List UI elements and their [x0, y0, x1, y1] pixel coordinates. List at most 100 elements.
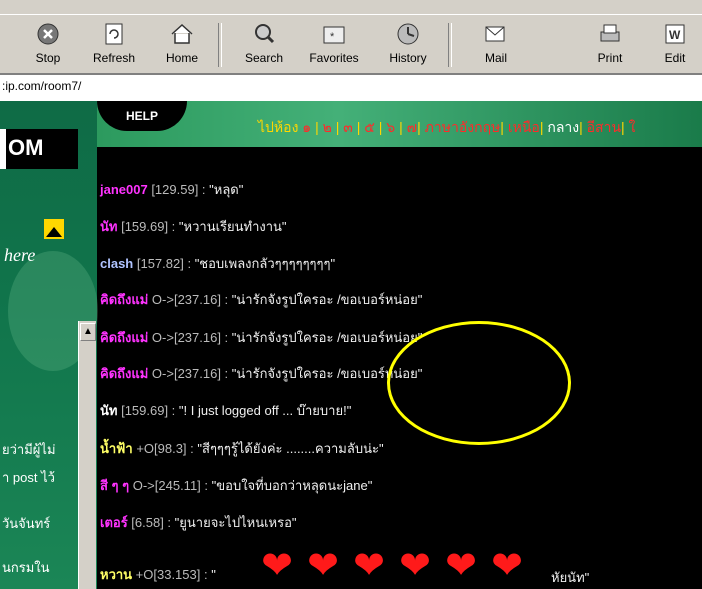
- left-panel: OM here ยว่ามีผู้ไม่ า post ไว้ วันจันทร…: [0, 101, 98, 589]
- chat-text: "หลุด": [209, 182, 244, 197]
- nav-prefix: ไปห้อง: [258, 119, 299, 135]
- print-icon: [600, 24, 620, 42]
- chat-nick[interactable]: คิดถึงแม่: [100, 292, 148, 307]
- hearts-row: ❤ ❤ ❤ ❤ ❤ ❤: [258, 547, 534, 585]
- mail-button[interactable]: Mail: [466, 21, 526, 65]
- chat-message: คิดถึงแม่ O->[237.16] : "น่ารักจังรูปใคร…: [100, 363, 422, 384]
- heart-icon: ❤: [353, 545, 385, 587]
- chat-ip: [159.69] :: [117, 403, 179, 418]
- print-button[interactable]: Print: [580, 21, 640, 65]
- chat-text: "หวานเรียนทำงาน": [178, 219, 287, 234]
- room-link-7[interactable]: ๗: [407, 119, 418, 135]
- scroll-up-arrow-icon[interactable]: ▲: [80, 323, 96, 341]
- chat-message: คิดถึงแม่ O->[237.16] : "น่ารักจังรูปใคร…: [100, 289, 422, 310]
- home-icon: [171, 23, 193, 44]
- mail-icon: [485, 26, 505, 42]
- chat-nick[interactable]: คิดถึงแม่: [100, 366, 148, 381]
- here-link[interactable]: here: [4, 245, 35, 266]
- room-link-3[interactable]: ๓: [343, 119, 353, 135]
- search-button[interactable]: Search: [234, 21, 294, 65]
- chat-nick[interactable]: นัท: [100, 219, 117, 234]
- edit-label: Edit: [664, 51, 686, 65]
- heart-icon: ❤: [399, 545, 431, 587]
- history-label: History: [389, 51, 427, 65]
- chat-ip: O->[237.16] :: [148, 330, 232, 345]
- address-value: :ip.com/room7/: [2, 79, 82, 93]
- chat-message: clash [157.82] : "ชอบเพลงกลัวๆๆๆๆๆๆๆๆ": [100, 253, 335, 274]
- stop-icon: [37, 23, 59, 45]
- mail-label: Mail: [484, 51, 507, 65]
- stop-button[interactable]: Stop: [18, 21, 78, 65]
- refresh-icon: [105, 23, 123, 45]
- search-label: Search: [244, 51, 284, 65]
- browser-toolbar: Stop Refresh Home Search * Favorites His…: [0, 14, 702, 74]
- stop-label: Stop: [35, 51, 61, 65]
- chat-nick[interactable]: jane007: [100, 182, 148, 197]
- history-icon: [397, 23, 419, 45]
- chat-ip: O->[237.16] :: [148, 292, 232, 307]
- chat-text: "! I just logged off ... บ๊ายบาย!": [178, 403, 352, 418]
- heart-icon: ❤: [445, 545, 477, 587]
- chat-text: ": [211, 567, 216, 582]
- chat-nick[interactable]: นัท: [100, 403, 117, 418]
- chat-message: jane007 [129.59] : "หลุด": [100, 179, 243, 200]
- chat-ip: +O[33.153] :: [132, 567, 212, 582]
- chat-text: "ชอบเพลงกลัวๆๆๆๆๆๆๆๆ": [194, 256, 336, 271]
- chat-message: สี ๆ ๆ O->[245.11] : "ขอบใจที่บอกว่าหลุด…: [100, 475, 372, 496]
- room-link-6[interactable]: ๖: [386, 119, 395, 135]
- web-page: OM here ยว่ามีผู้ไม่ า post ไว้ วันจันทร…: [0, 101, 702, 589]
- sidebar-text-line: วันจันทร์: [2, 516, 51, 531]
- room-link-1[interactable]: ๑: [302, 119, 311, 135]
- chat-nick[interactable]: หวาน: [100, 567, 132, 582]
- chat-ip: [129.59] :: [147, 182, 210, 197]
- chat-nick[interactable]: คิดถึงแม่: [100, 330, 148, 345]
- chat-message: นัท [159.69] : "หวานเรียนทำงาน": [100, 216, 287, 237]
- heart-icon: ❤: [307, 545, 339, 587]
- home-button[interactable]: Home: [152, 21, 212, 65]
- chat-ip: [157.82] :: [133, 256, 195, 271]
- chat-nick[interactable]: สี ๆ ๆ: [100, 478, 129, 493]
- chat-nick[interactable]: น้ำฟ้า: [100, 441, 133, 456]
- chat-text: "น่ารักจังรูปใครอะ /ขอเบอร์หน่อย": [231, 292, 423, 307]
- chat-ip: O->[245.11] :: [129, 478, 212, 493]
- room-link-central[interactable]: กลาง: [547, 119, 579, 135]
- history-button[interactable]: History: [378, 21, 438, 65]
- svg-text:*: *: [330, 31, 335, 43]
- chat-ip: [159.69] :: [117, 219, 179, 234]
- sidebar-text-line: นกรมใน: [2, 560, 50, 575]
- logo-text: OM: [8, 135, 44, 160]
- top-strip: [0, 0, 702, 14]
- address-bar[interactable]: :ip.com/room7/: [0, 74, 702, 102]
- highlight-circle: [387, 321, 571, 445]
- toolbar-separator: [218, 23, 222, 67]
- refresh-label: Refresh: [92, 51, 136, 65]
- chat-message: น้ำฟ้า +O[98.3] : "สีๆๆๆรู้ได้ยังค่ะ ...…: [100, 438, 384, 459]
- sidebar-text-line: า post ไว้: [2, 470, 55, 485]
- chat-text: "ยูนายจะไปไหนเหรอ": [174, 515, 297, 530]
- room-link-5[interactable]: ๕: [364, 119, 375, 135]
- chat-message: หวาน +O[33.153] : ": [100, 564, 216, 585]
- chat-message: เตอร์ [6.58] : "ยูนายจะไปไหนเหรอ": [100, 512, 297, 533]
- chat-ip: +O[98.3] :: [132, 441, 198, 456]
- edit-button[interactable]: W Edit: [648, 21, 702, 65]
- room-link-2[interactable]: ๒: [323, 119, 332, 135]
- chat-nick[interactable]: เตอร์: [100, 515, 128, 530]
- edit-icon: W: [665, 24, 685, 44]
- chat-ip: [6.58] :: [127, 515, 175, 530]
- refresh-button[interactable]: Refresh: [84, 21, 144, 65]
- favorites-button[interactable]: * Favorites: [304, 21, 364, 65]
- room-link-english[interactable]: ภาษาอังกฤษ: [425, 119, 501, 135]
- help-label: HELP: [125, 109, 158, 123]
- room-link-north[interactable]: เหนือ: [508, 119, 540, 135]
- home-label: Home: [165, 51, 198, 65]
- chat-text: "สีๆๆๆรู้ได้ยังค่ะ ........ความลับน่ะ": [197, 441, 384, 456]
- room-link-isan[interactable]: อีสาน: [587, 119, 621, 135]
- chat-nick[interactable]: clash: [100, 256, 133, 271]
- image-icon[interactable]: [44, 219, 64, 239]
- chat-ip: O->[237.16] :: [148, 366, 232, 381]
- favorites-label: Favorites: [309, 51, 359, 65]
- room-link-more[interactable]: ใ: [629, 119, 636, 135]
- search-icon: [255, 24, 275, 44]
- chat-scrollbar[interactable]: ▲: [78, 321, 96, 589]
- heart-icon: ❤: [261, 545, 293, 587]
